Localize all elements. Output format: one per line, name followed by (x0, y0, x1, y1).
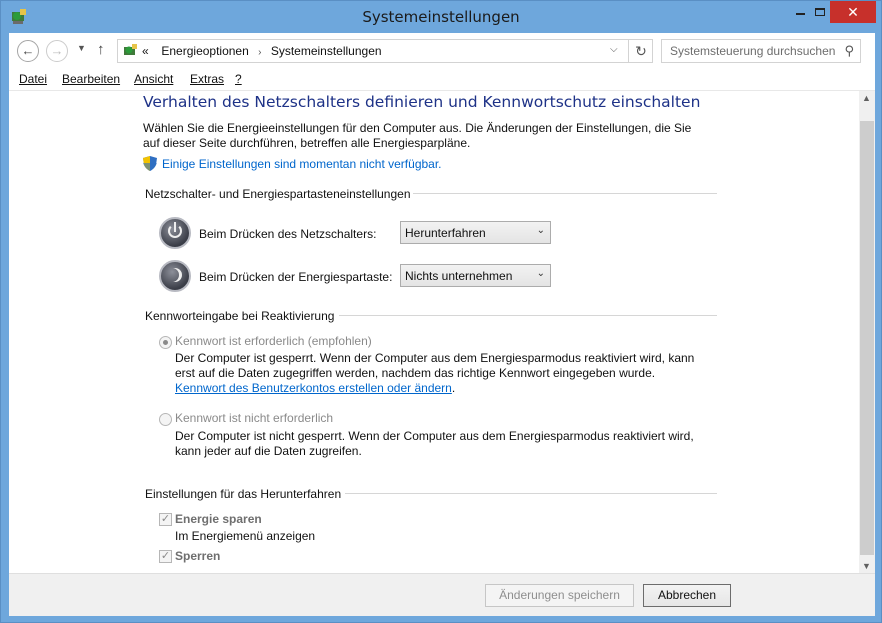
scroll-up-icon[interactable]: ▲ (862, 93, 871, 103)
password-required-description: Der Computer ist gesperrt. Wenn der Comp… (175, 351, 695, 395)
scroll-down-icon[interactable]: ▼ (862, 561, 871, 571)
chevron-down-icon: ▼ (77, 43, 86, 53)
menu-bar: Datei Bearbeiten Ansicht Extras ? (9, 69, 875, 91)
checkmark-icon: ✓ (160, 550, 171, 562)
create-password-link[interactable]: Kennwort des Benutzerkontos erstellen od… (175, 381, 452, 395)
sleep-button-icon (159, 260, 191, 292)
password-not-required-label[interactable]: Kennwort ist nicht erforderlich (175, 411, 333, 425)
cancel-button[interactable]: Abbrechen (643, 584, 731, 607)
power-button-icon (159, 217, 191, 249)
password-not-required-radio[interactable] (159, 413, 172, 426)
forward-button[interactable]: → (46, 40, 68, 62)
recent-locations-button[interactable]: ▼ (77, 43, 86, 53)
section-divider (339, 315, 717, 316)
address-bar[interactable]: « Energieoptionen › Systemeinstellungen … (117, 39, 653, 63)
menu-datei[interactable]: Datei (19, 72, 47, 86)
up-button[interactable]: ↑ (97, 41, 105, 58)
sleep-button-label: Beim Drücken der Energiespartaste: (199, 270, 393, 284)
unavailable-settings-link-label[interactable]: Einige Einstellungen sind momentan nicht… (162, 157, 442, 171)
breadcrumb: « Energieoptionen › Systemeinstellungen (142, 44, 382, 58)
intro-text: Wählen Sie die Energieeinstellungen für … (143, 121, 692, 150)
maximize-button[interactable] (813, 1, 827, 23)
refresh-icon: ↻ (635, 43, 647, 59)
lock-checkbox[interactable]: ✓ (159, 550, 172, 563)
menu-extras[interactable]: Extras (190, 72, 224, 86)
breadcrumb-item-energieoptionen[interactable]: Energieoptionen (161, 44, 248, 58)
vertical-scrollbar[interactable]: ▲ ▼ (859, 91, 875, 573)
power-button-select-value: Herunterfahren (405, 226, 486, 240)
search-input[interactable]: Systemsteuerung durchsuchen (670, 44, 835, 58)
checkmark-icon: ✓ (160, 513, 171, 525)
minimize-icon (796, 13, 805, 15)
scroll-thumb[interactable] (860, 121, 874, 555)
energy-saving-sublabel: Im Energiemenü anzeigen (175, 529, 316, 543)
energy-saving-checkbox[interactable]: ✓ (159, 513, 172, 526)
footer-bar: Änderungen speichern Abbrechen (9, 573, 875, 616)
section-divider (413, 193, 717, 194)
power-button-select[interactable]: Herunterfahren ⌄ (400, 221, 551, 244)
uac-shield-icon (143, 156, 157, 171)
energy-saving-label[interactable]: Energie sparen (175, 512, 262, 526)
window-client: ← → ▼ ↑ « Energieoptionen › Systemeinste… (9, 33, 875, 616)
back-button[interactable]: ← (17, 40, 39, 62)
section-title-password: Kennworteingabe bei Reaktivierung (145, 309, 335, 323)
refresh-button[interactable]: ↻ (628, 40, 653, 62)
search-box[interactable]: Systemsteuerung durchsuchen ⚲ (661, 39, 861, 63)
search-icon[interactable]: ⚲ (844, 43, 854, 59)
unavailable-settings-link[interactable]: Einige Einstellungen sind momentan nicht… (143, 156, 442, 171)
save-changes-button[interactable]: Änderungen speichern (485, 584, 634, 607)
section-title-shutdown: Einstellungen für das Herunterfahren (145, 487, 342, 501)
chevron-down-icon: ⌄ (536, 268, 545, 279)
lock-label[interactable]: Sperren (175, 549, 220, 563)
address-dropdown-button[interactable]: ⌵ (610, 44, 618, 55)
password-not-required-description: Der Computer ist nicht gesperrt. Wenn de… (175, 429, 694, 458)
arrow-up-icon: ↑ (97, 41, 105, 58)
page-title: Verhalten des Netzschalters definieren u… (143, 93, 701, 111)
chevron-down-icon: ⌵ (610, 44, 618, 55)
section-title-buttons: Netzschalter- und Energiespartasteneinst… (145, 187, 411, 201)
title-bar: Systemeinstellungen ✕ (1, 1, 881, 33)
close-icon: ✕ (847, 4, 859, 20)
power-button-label: Beim Drücken des Netzschalters: (199, 227, 377, 241)
menu-help[interactable]: ? (235, 72, 242, 86)
breadcrumb-item-systemeinstellungen[interactable]: Systemeinstellungen (271, 44, 382, 58)
arrow-right-icon: → (50, 43, 64, 58)
close-button[interactable]: ✕ (830, 1, 876, 23)
password-required-label[interactable]: Kennwort ist erforderlich (empfohlen) (175, 334, 372, 348)
main-content: Verhalten des Netzschalters definieren u… (9, 91, 859, 573)
navigation-bar: ← → ▼ ↑ « Energieoptionen › Systemeinste… (9, 33, 875, 69)
menu-ansicht[interactable]: Ansicht (134, 72, 173, 86)
breadcrumb-overflow[interactable]: « (142, 44, 149, 58)
maximize-icon (815, 8, 825, 16)
sleep-button-select[interactable]: Nichts unternehmen ⌄ (400, 264, 551, 287)
control-panel-icon (124, 44, 137, 55)
arrow-left-icon: ← (21, 43, 35, 58)
minimize-button[interactable] (787, 1, 813, 23)
section-divider (345, 493, 717, 494)
breadcrumb-separator[interactable]: › (258, 47, 261, 58)
chevron-down-icon: ⌄ (536, 225, 545, 236)
window-title: Systemeinstellungen (362, 8, 520, 26)
sleep-button-select-value: Nichts unternehmen (405, 269, 513, 283)
menu-bearbeiten[interactable]: Bearbeiten (62, 72, 120, 86)
window: Systemeinstellungen ✕ ← → ▼ ↑ « Energieo… (0, 0, 882, 623)
password-required-radio[interactable] (159, 336, 172, 349)
